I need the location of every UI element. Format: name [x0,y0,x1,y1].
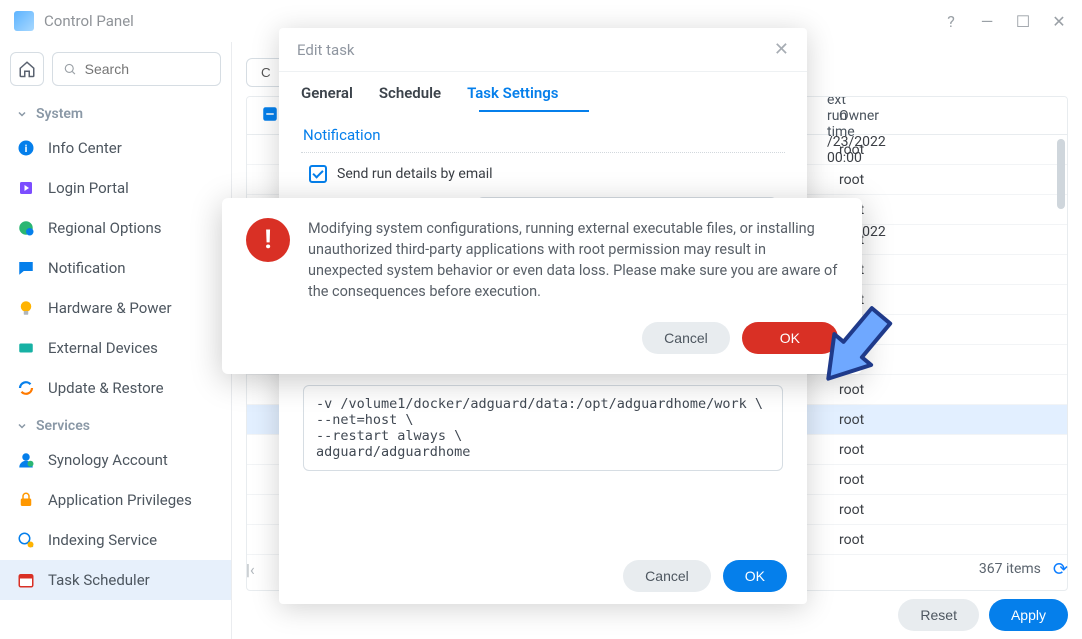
sidebar-item-info-center[interactable]: i Info Center [0,128,231,168]
checkbox-label: Send run details by email [337,166,493,182]
cell-owner: root [827,412,947,428]
bulb-icon [16,298,36,318]
globe-icon [16,218,36,238]
sidebar-item-hardware-power[interactable]: Hardware & Power [0,288,231,328]
sidebar-item-label: Notification [48,259,126,277]
edit-cancel-button[interactable]: Cancel [623,560,711,592]
sidebar-item-task-scheduler[interactable]: Task Scheduler [0,560,231,600]
warn-cancel-button[interactable]: Cancel [642,322,730,354]
svg-text:i: i [25,142,28,155]
refresh-icon[interactable]: ⟳ [1053,559,1068,580]
sidebar-group-services[interactable]: Services [0,408,231,440]
info-icon: i [16,138,36,158]
scrollbar[interactable] [1057,139,1065,209]
send-email-row[interactable]: Send run details by email [279,157,807,191]
home-button[interactable] [10,52,44,86]
index-icon [16,530,36,550]
edit-ok-button[interactable]: OK [723,560,787,592]
cell-owner: root [827,382,947,398]
dash-icon[interactable] [261,105,279,123]
app-icon [14,11,34,31]
portal-icon [16,178,36,198]
chat-icon [16,258,36,278]
sidebar-item-update-restore[interactable]: Update & Restore [0,368,231,408]
apply-button[interactable]: Apply [989,599,1068,631]
tab-schedule[interactable]: Schedule [379,84,441,102]
minimize-icon[interactable]: — [978,12,996,31]
col-owner[interactable]: Owner [827,108,947,124]
item-count: 367 items [979,561,1041,577]
close-icon[interactable]: ✕ [1050,12,1068,31]
sidebar-item-regional-options[interactable]: Regional Options [0,208,231,248]
device-icon [16,338,36,358]
cell-owner: root [827,502,947,518]
chevron-down-icon [16,108,28,120]
window-title: Control Panel [44,12,134,30]
warning-text: Modifying system configurations, running… [308,218,838,302]
tab-general[interactable]: General [301,84,353,102]
cell-owner: root [827,472,947,488]
sidebar-item-notification[interactable]: Notification [0,248,231,288]
sidebar-item-label: Hardware & Power [48,299,172,317]
sidebar-item-label: Synology Account [48,451,168,469]
cell-owner: root [827,532,947,548]
dialog-title: Edit task [297,41,355,59]
search-field[interactable] [85,61,210,77]
sidebar-item-label: Update & Restore [48,379,164,397]
sidebar-item-external-devices[interactable]: External Devices [0,328,231,368]
lock-icon [16,490,36,510]
cell-owner: root [827,442,947,458]
sidebar-item-label: Login Portal [48,179,129,197]
sidebar-item-label: Task Scheduler [48,571,150,589]
section-notification: Notification [279,112,807,148]
tab-task-settings[interactable]: Task Settings [467,84,558,102]
sidebar-group-system[interactable]: System [0,96,231,128]
sidebar: System i Info Center Login Portal Region… [0,42,232,639]
pager[interactable]: |‹ [246,560,255,579]
close-icon[interactable]: ✕ [774,39,789,60]
sidebar-item-label: Indexing Service [48,531,157,549]
cell-owner: root [827,172,947,188]
search-input[interactable] [52,52,221,86]
reset-button[interactable]: Reset [898,599,979,631]
home-icon [18,60,36,78]
warning-dialog: ! Modifying system configurations, runni… [222,198,862,374]
chevron-down-icon [16,420,28,432]
divider [301,152,785,153]
sidebar-item-login-portal[interactable]: Login Portal [0,168,231,208]
account-icon [16,450,36,470]
user-defined-script[interactable]: -v /volume1/docker/adguard/data:/opt/adg… [303,385,783,471]
sidebar-item-application-privileges[interactable]: Application Privileges [0,480,231,520]
sidebar-item-label: Regional Options [48,219,162,237]
sync-icon [16,378,36,398]
sidebar-item-label: Info Center [48,139,122,157]
help-icon[interactable]: ? [942,12,960,31]
dialog-tabs: General Schedule Task Settings [279,72,807,102]
warn-ok-button[interactable]: OK [742,322,838,354]
sidebar-item-synology-account[interactable]: Synology Account [0,440,231,480]
search-icon [63,61,77,77]
warning-icon: ! [246,218,290,262]
calendar-icon [16,570,36,590]
sidebar-item-label: Application Privileges [48,491,192,509]
sidebar-item-indexing-service[interactable]: Indexing Service [0,520,231,560]
sidebar-item-label: External Devices [48,339,158,357]
maximize-icon[interactable]: ☐ [1014,12,1032,31]
checkbox-send-email[interactable] [309,165,327,183]
cell-owner: root [827,142,947,158]
